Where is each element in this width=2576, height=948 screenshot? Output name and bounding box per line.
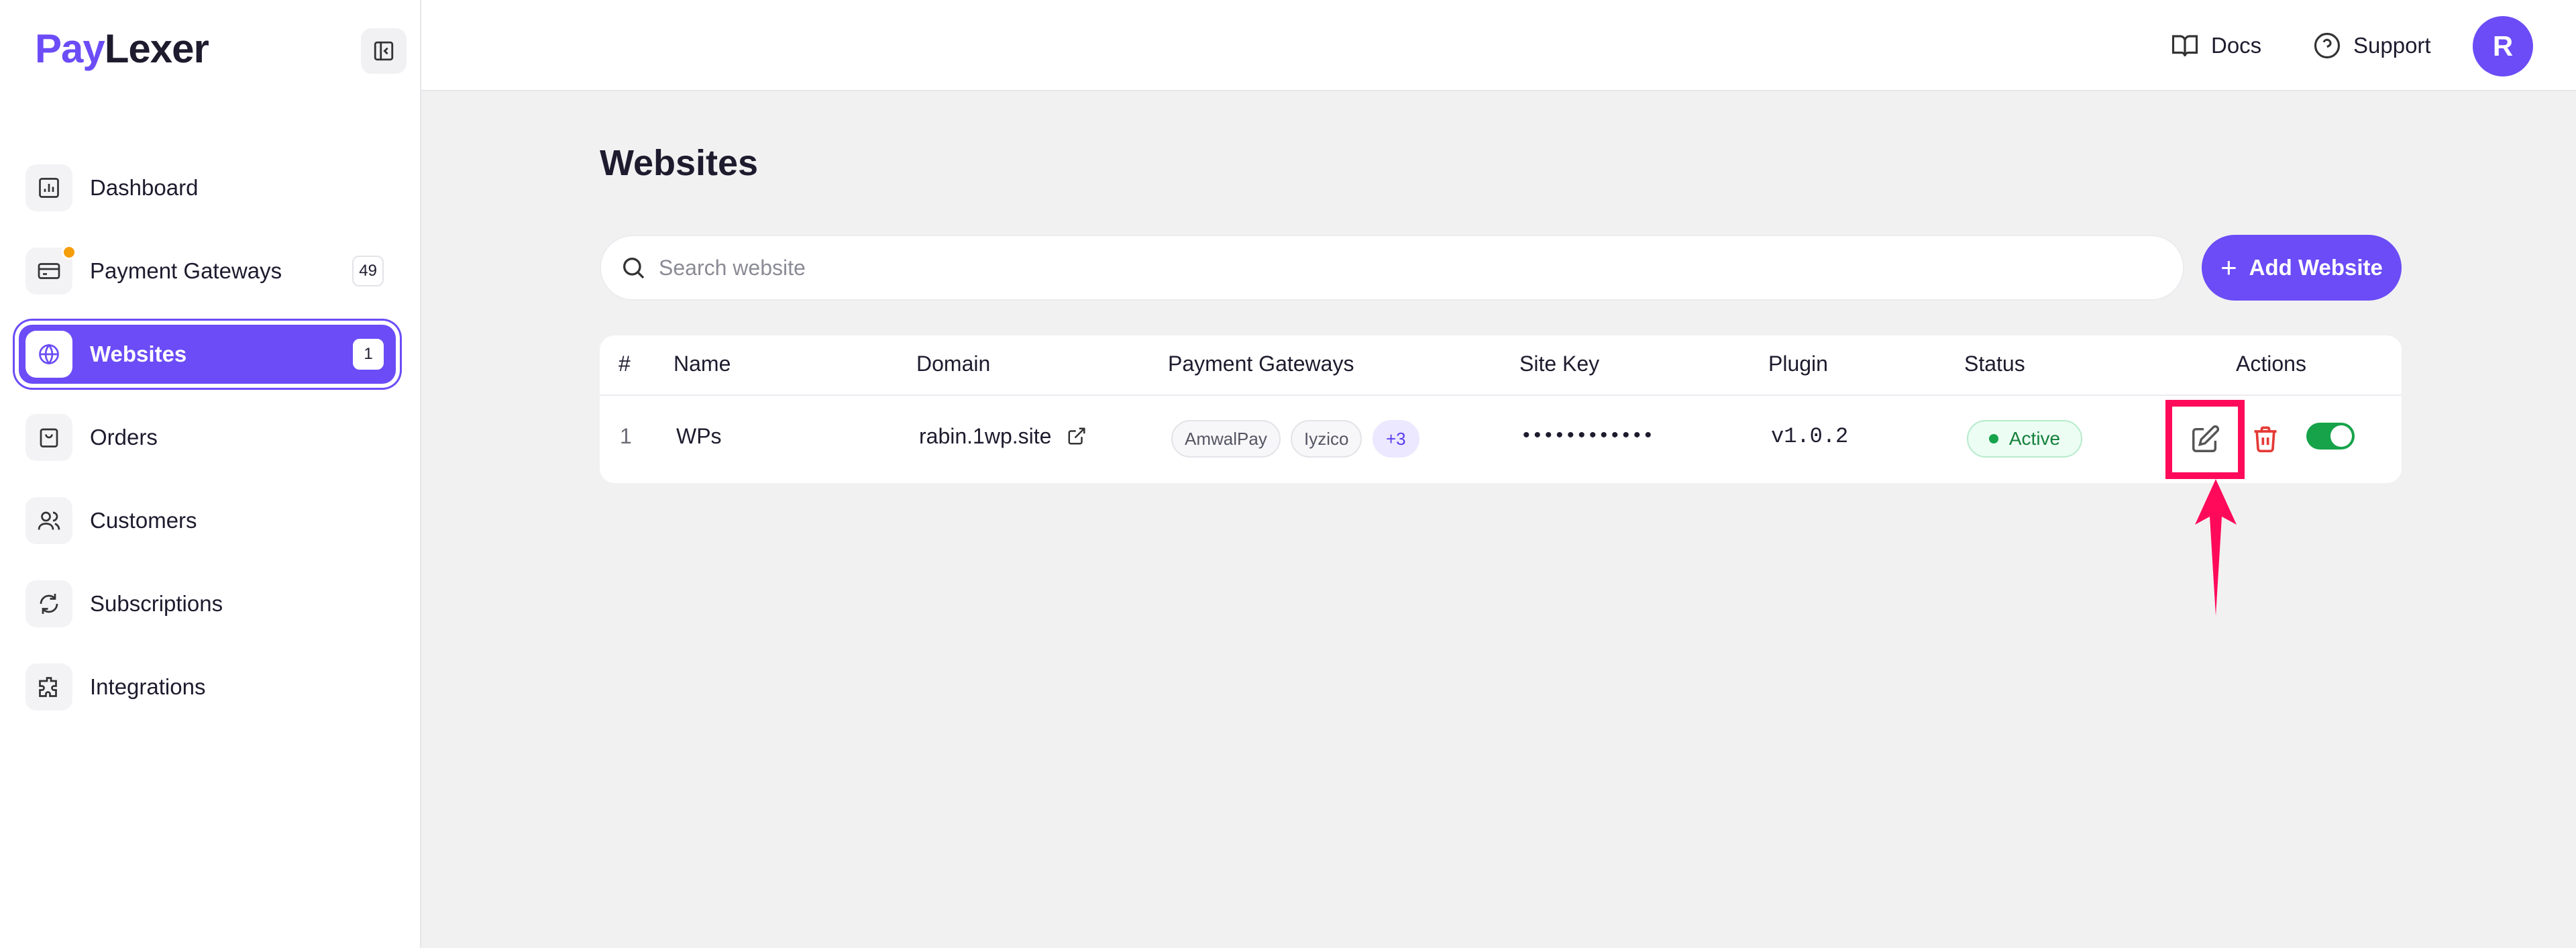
sidebar-item-customers[interactable]: Customers (19, 491, 396, 550)
sidebar: PayLexer Dashboard Payment Gateways 49 W… (0, 0, 421, 948)
enable-toggle[interactable] (2306, 423, 2355, 450)
support-link[interactable]: Support (2313, 27, 2431, 64)
gateway-chip: Iyzico (1291, 420, 1362, 458)
logo-part-pay: Pay (35, 26, 105, 71)
sidebar-item-label: Orders (90, 425, 158, 450)
website-name: WPs (676, 424, 722, 448)
sidebar-item-payment-gateways[interactable]: Payment Gateways 49 (19, 242, 396, 301)
sidebar-item-label: Payment Gateways (90, 258, 282, 283)
add-website-label: Add Website (2249, 255, 2383, 280)
column-header-plugin: Plugin (1768, 352, 1828, 376)
puzzle-icon (25, 664, 72, 710)
support-label: Support (2353, 33, 2431, 58)
sidebar-item-label: Customers (90, 508, 197, 533)
domain-link[interactable]: rabin.1wp.site (919, 424, 1087, 449)
status-dot (1988, 434, 1998, 443)
column-header-status: Status (1964, 352, 2025, 376)
app-logo[interactable]: PayLexer (35, 25, 209, 72)
trash-icon (2254, 426, 2277, 453)
websites-table (600, 335, 2402, 483)
search-icon (623, 258, 645, 279)
sidebar-item-orders[interactable]: Orders (19, 408, 396, 467)
bar-chart-icon (25, 164, 72, 211)
count-badge: 49 (352, 256, 384, 286)
column-header-payment-gateways: Payment Gateways (1168, 352, 1354, 376)
help-circle-icon (2314, 32, 2341, 59)
sidebar-nav: Dashboard Payment Gateways 49 Websites 1… (19, 158, 396, 741)
delete-button[interactable] (2249, 420, 2282, 458)
sidebar-item-label: Subscriptions (90, 591, 223, 616)
sidebar-collapse-icon (374, 41, 394, 61)
plugin-version: v1.0.2 (1771, 424, 1849, 449)
docs-link[interactable]: Docs (2171, 27, 2261, 64)
status-badge: Active (1967, 420, 2082, 458)
column-header-index: # (619, 352, 631, 376)
search-bar (600, 235, 2184, 301)
sidebar-item-websites[interactable]: Websites 1 (19, 325, 396, 384)
table-header-divider (600, 394, 2402, 396)
status-text: Active (2008, 428, 2061, 449)
shopping-bag-icon (25, 414, 72, 461)
plus-icon: + (2220, 252, 2237, 283)
edit-icon (2192, 425, 2220, 452)
collapse-sidebar-button[interactable] (361, 28, 407, 74)
page-title: Websites (600, 143, 759, 183)
docs-label: Docs (2211, 33, 2262, 58)
sidebar-item-integrations[interactable]: Integrations (19, 657, 396, 717)
credit-card-icon (25, 245, 76, 295)
arrow-annotation-icon (2195, 479, 2237, 616)
logo-part-lexer: Lexer (104, 26, 209, 71)
external-link-icon (1068, 427, 1085, 445)
globe-icon (25, 331, 72, 378)
column-header-site-key: Site Key (1519, 352, 1600, 376)
column-header-actions: Actions (2236, 352, 2306, 376)
sidebar-item-label: Integrations (90, 674, 206, 699)
users-icon (25, 497, 72, 544)
search-input[interactable] (659, 255, 2135, 280)
sidebar-item-subscriptions[interactable]: Subscriptions (19, 574, 396, 633)
domain-text: rabin.1wp.site (919, 424, 1052, 448)
sidebar-item-dashboard[interactable]: Dashboard (19, 158, 396, 217)
gateway-chip: AmwalPay (1171, 420, 1281, 458)
column-header-domain: Domain (916, 352, 991, 376)
edit-button[interactable] (2165, 400, 2245, 479)
notification-dot (62, 245, 76, 260)
column-header-name: Name (674, 352, 731, 376)
row-index: 1 (620, 424, 632, 448)
book-icon (2171, 35, 2198, 56)
sidebar-item-label: Dashboard (90, 175, 199, 200)
add-website-button[interactable]: + Add Website (2202, 235, 2402, 301)
refresh-icon (25, 580, 72, 627)
sidebar-item-label: Websites (90, 341, 187, 366)
gateway-more-chip[interactable]: +3 (1373, 420, 1419, 458)
toggle-knob (2330, 425, 2352, 447)
avatar[interactable]: R (2473, 16, 2533, 76)
site-key-masked: •••••••••••• (1523, 424, 1656, 446)
count-badge: 1 (353, 339, 384, 370)
